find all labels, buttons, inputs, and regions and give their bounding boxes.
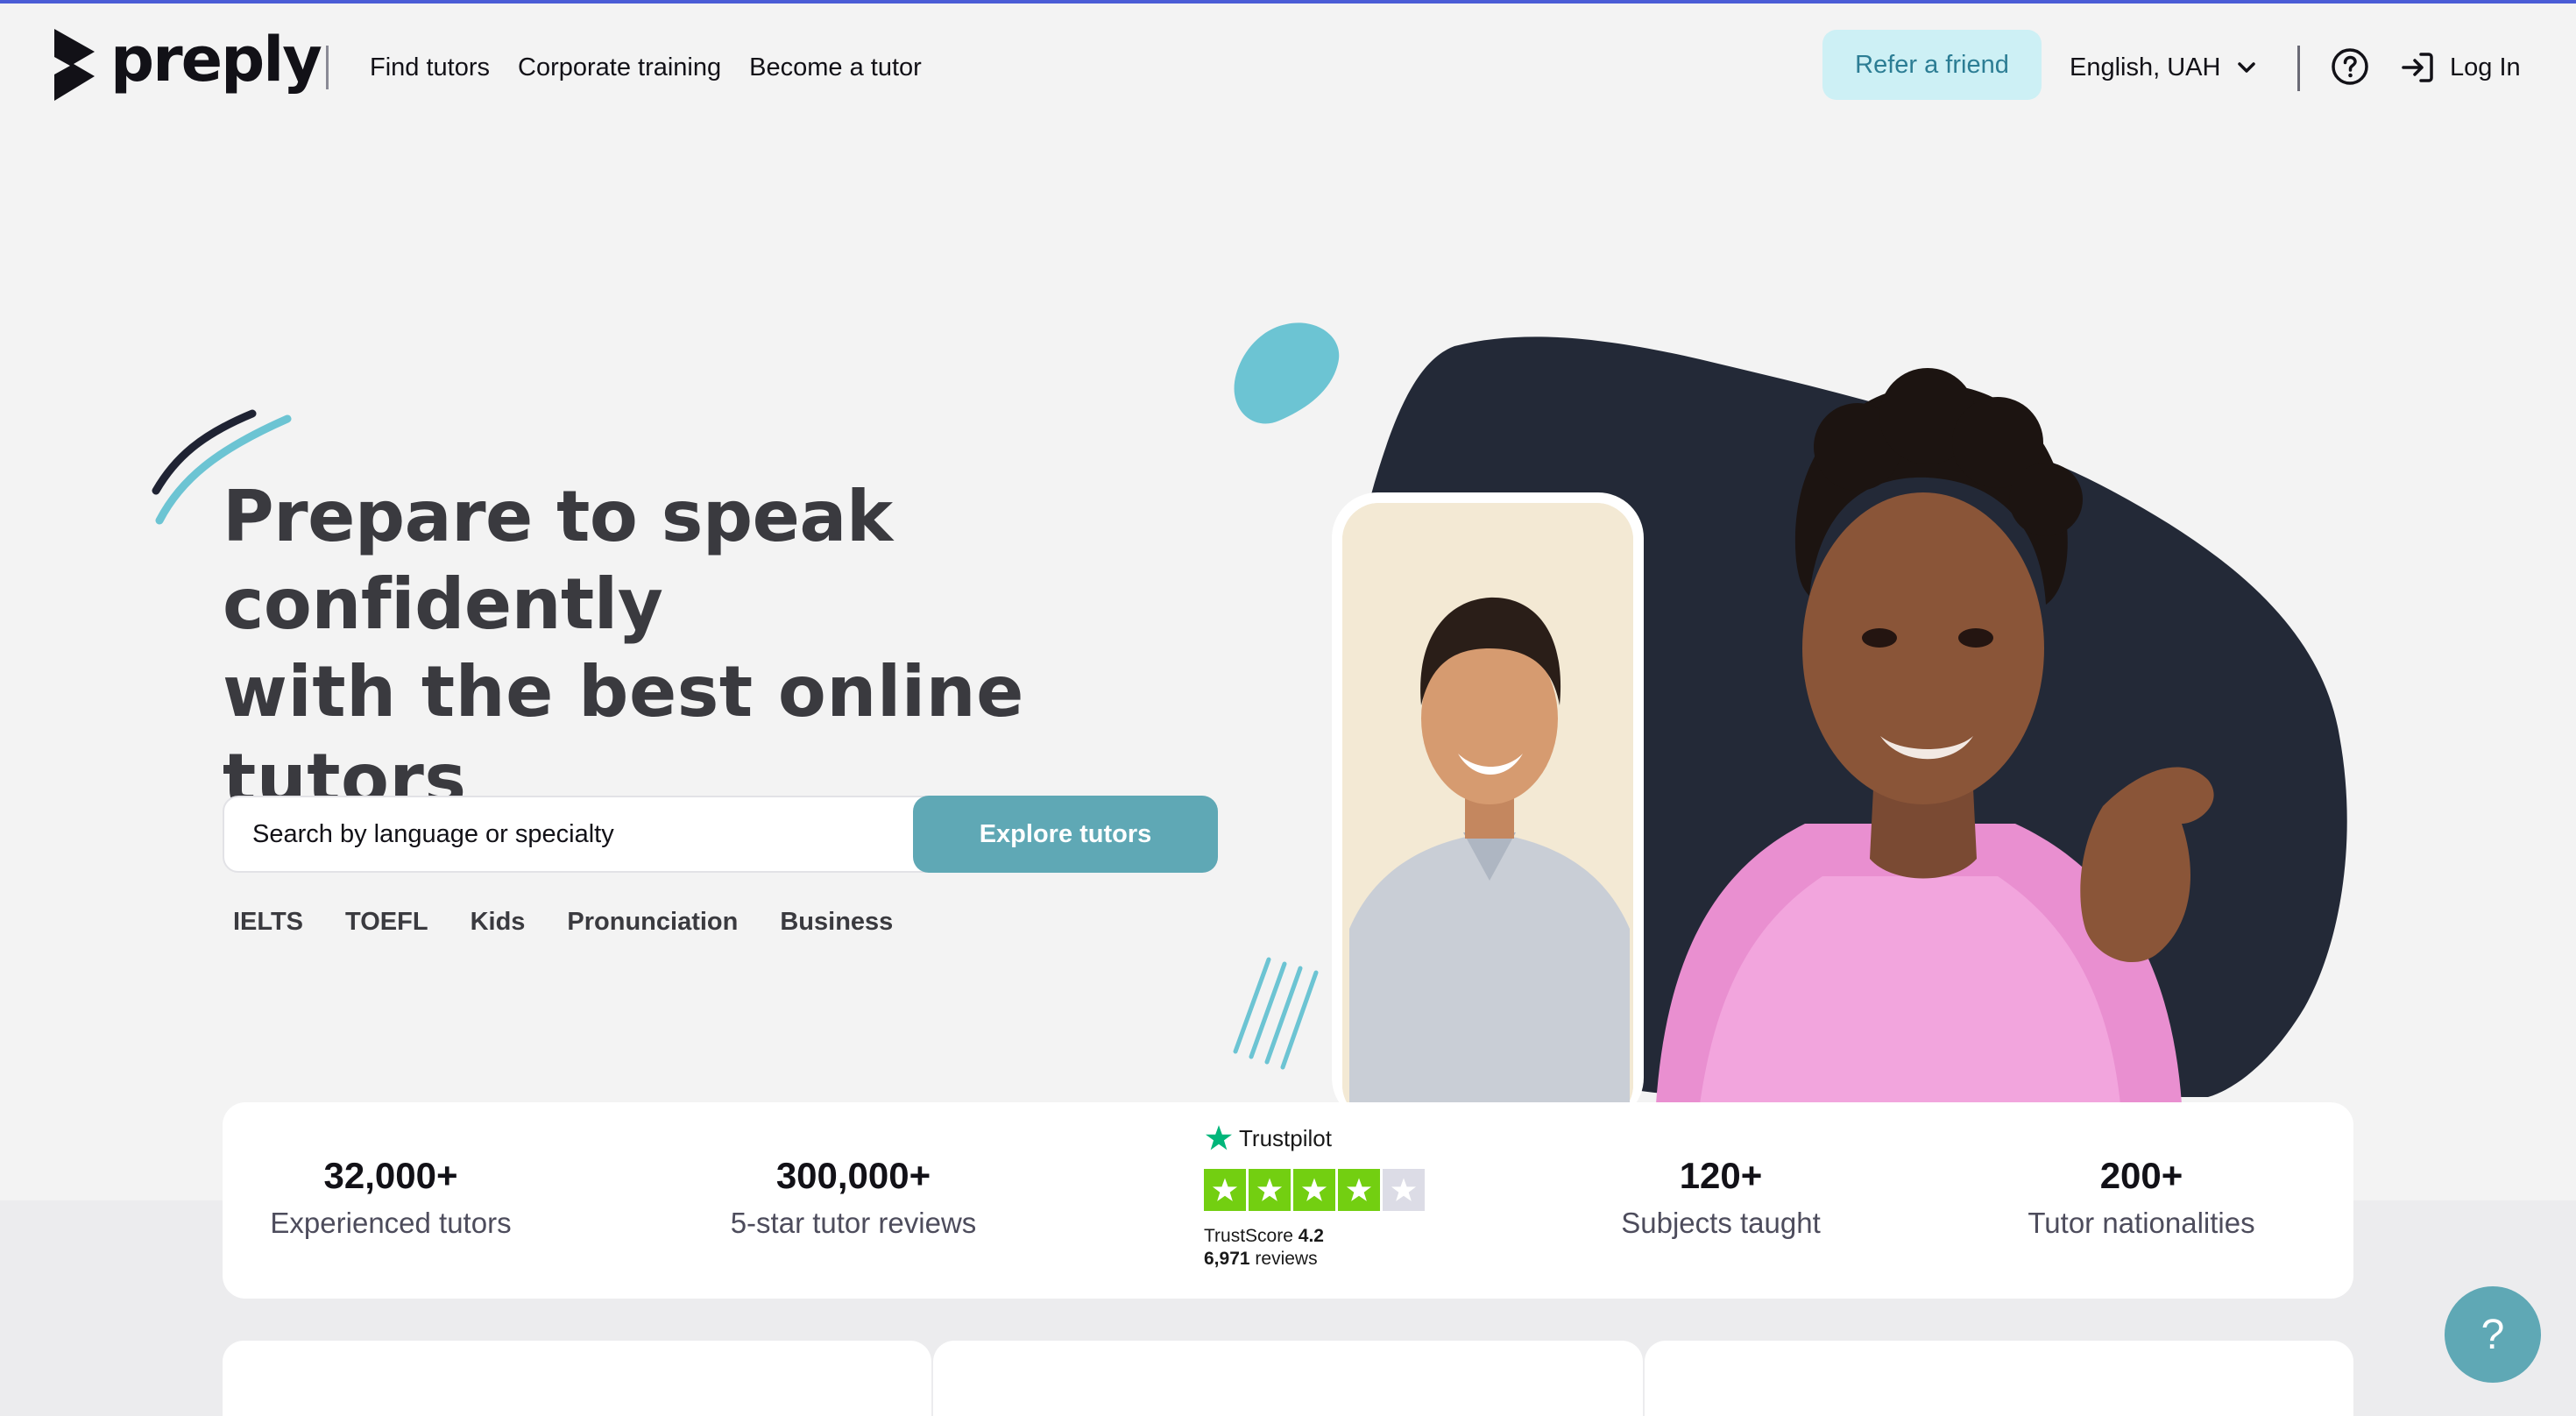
- stat-value: 300,000+: [775, 1155, 931, 1196]
- question-icon: ?: [2480, 1311, 2505, 1358]
- reviews-word: reviews: [1255, 1249, 1318, 1269]
- language-label: English, UAH: [2070, 53, 2221, 81]
- rating-star-4: [1338, 1169, 1380, 1211]
- site-header: preply Find tutors Corporate training Be…: [0, 4, 2576, 126]
- logo[interactable]: preply: [54, 24, 322, 102]
- stat-value: 120+: [1679, 1155, 1763, 1196]
- hero-title: Prepare to speak confidently with the be…: [223, 473, 1274, 824]
- search-input[interactable]: [252, 797, 901, 871]
- help-chat-button[interactable]: ?: [2445, 1286, 2541, 1383]
- help-circle-icon[interactable]: [2331, 47, 2369, 86]
- stat-subjects: 120+ Subjects taught: [1589, 1151, 1852, 1246]
- trustpilot-stars: [1204, 1169, 1484, 1211]
- trustpilot-header: Trustpilot: [1204, 1123, 1484, 1153]
- tag-pronunciation[interactable]: Pronunciation: [567, 903, 738, 941]
- trustscore-label: TrustScore: [1204, 1226, 1293, 1246]
- stat-tutors: 32,000+ Experienced tutors: [259, 1151, 522, 1246]
- chevron-down-icon: [2238, 62, 2256, 73]
- stat-reviews: 300,000+ 5-star tutor reviews: [713, 1151, 994, 1246]
- language-currency-selector[interactable]: English, UAH: [2070, 47, 2259, 88]
- refer-friend-button[interactable]: Refer a friend: [1822, 30, 2042, 100]
- trustpilot-score: TrustScore 4.2: [1204, 1225, 1484, 1248]
- feature-cards-row: [223, 1341, 2353, 1416]
- stat-label: Subjects taught: [1621, 1207, 1821, 1239]
- hero-title-line1: Prepare to speak: [223, 476, 893, 557]
- stat-label: Experienced tutors: [270, 1207, 512, 1239]
- login-label: Log In: [2450, 53, 2521, 81]
- trustpilot-star-icon: [1205, 1125, 1233, 1150]
- rating-star-2: [1249, 1169, 1291, 1211]
- tag-kids[interactable]: Kids: [471, 903, 526, 941]
- feature-card: [933, 1341, 1643, 1416]
- rating-star-3: [1293, 1169, 1335, 1211]
- rating-star-5: [1383, 1169, 1425, 1211]
- review-count-value: 6,971: [1204, 1249, 1250, 1269]
- header-divider: [326, 46, 329, 89]
- stat-label: Tutor nationalities: [2028, 1207, 2255, 1239]
- feature-card: [1644, 1341, 2353, 1416]
- trustpilot-widget[interactable]: Trustpilot TrustScore 4.2 6,971 reviews: [1204, 1123, 1484, 1271]
- logo-text: preply: [110, 24, 322, 96]
- stat-value: 32,000+: [323, 1155, 458, 1196]
- stat-value: 200+: [2099, 1155, 2183, 1196]
- header-divider-right: [2297, 46, 2300, 91]
- trustpilot-brand: Trustpilot: [1239, 1125, 1332, 1151]
- nav-become-tutor[interactable]: Become a tutor: [749, 47, 922, 88]
- explore-tutors-button[interactable]: Explore tutors: [913, 796, 1218, 873]
- trustpilot-review-count: 6,971 reviews: [1204, 1248, 1484, 1271]
- stat-nationalities: 200+ Tutor nationalities: [1992, 1151, 2290, 1246]
- tag-ielts[interactable]: IELTS: [233, 903, 303, 941]
- preply-logo-icon: [54, 29, 95, 101]
- stats-bar: 32,000+ Experienced tutors 300,000+ 5-st…: [223, 1102, 2353, 1299]
- quick-tags: IELTS TOEFL Kids Pronunciation Business: [233, 903, 893, 941]
- hero-illustration: [1233, 322, 2347, 1104]
- login-button[interactable]: Log In: [2399, 47, 2521, 88]
- nav-corporate-training[interactable]: Corporate training: [518, 47, 721, 88]
- feature-card: [223, 1341, 932, 1416]
- tutor-photo-man: [1332, 492, 1644, 1104]
- login-icon: [2402, 53, 2433, 82]
- rating-star-1: [1204, 1169, 1246, 1211]
- trustscore-value: 4.2: [1298, 1226, 1324, 1246]
- nav-find-tutors[interactable]: Find tutors: [370, 47, 490, 88]
- tag-toefl[interactable]: TOEFL: [345, 903, 428, 941]
- hero-teal-blob: [1234, 322, 1340, 424]
- hero-title-line2: confidently: [223, 563, 663, 645]
- main-nav: Find tutors Corporate training Become a …: [370, 47, 922, 88]
- hero-teal-stripes: [1233, 957, 1319, 1070]
- stat-label: 5-star tutor reviews: [730, 1207, 977, 1239]
- tag-business[interactable]: Business: [780, 903, 893, 941]
